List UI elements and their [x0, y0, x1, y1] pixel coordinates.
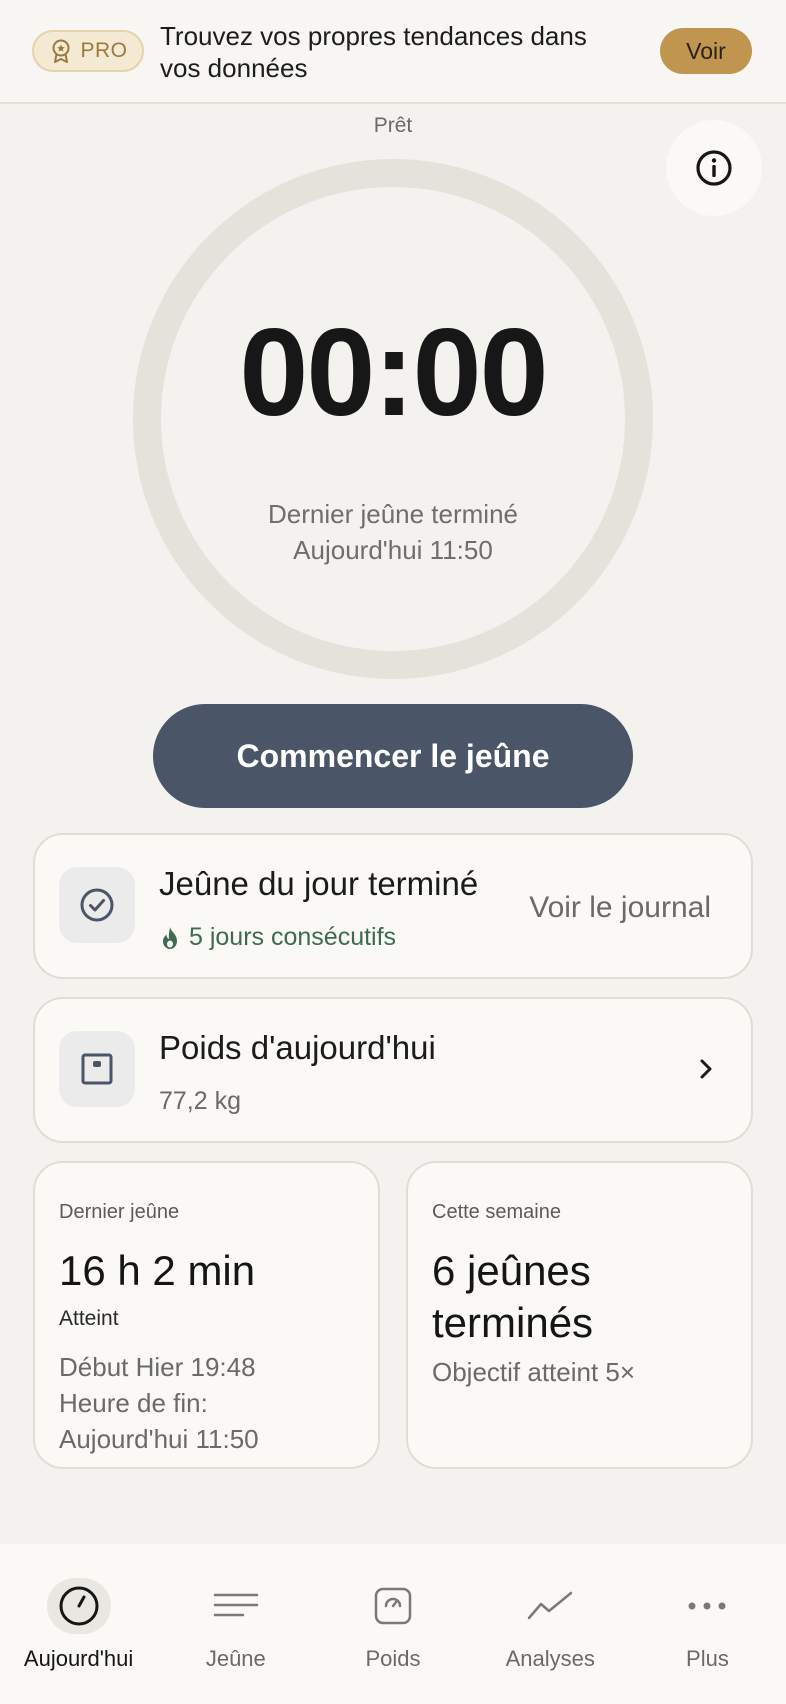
nav-weight-label: Poids	[365, 1646, 421, 1671]
last-fast-status: Atteint	[59, 1307, 119, 1330]
nav-today-icon-wrap	[46, 1578, 111, 1634]
nav-fast[interactable]: Jeûne	[157, 1544, 314, 1704]
scale-icon	[81, 1053, 113, 1085]
streak-label: 5 jours consécutifs	[189, 923, 397, 951]
last-fast-info: Dernier jeûne terminé Aujourd'hui 11:50	[0, 496, 786, 568]
nav-analytics[interactable]: Analyses	[472, 1544, 629, 1704]
last-fast-card-label: Dernier jeûne	[59, 1201, 180, 1223]
scale-icon	[374, 1587, 412, 1625]
nav-today[interactable]: Aujourd'hui	[0, 1544, 157, 1704]
nav-fast-label: Jeûne	[205, 1646, 266, 1671]
last-fast-start: Début Hier 19:48	[59, 1352, 256, 1382]
week-card-label: Cette semaine	[432, 1201, 561, 1223]
lines-icon	[213, 1593, 259, 1617]
nav-analytics-icon-wrap	[518, 1578, 582, 1634]
nav-weight-icon-wrap	[361, 1578, 425, 1634]
banner-text: Trouvez vos propres tendances dans vos d…	[160, 21, 587, 83]
last-fast-duration: 16 h 2 min	[59, 1247, 256, 1294]
weight-title: Poids d'aujourd'hui	[159, 1029, 436, 1066]
scale-icon-tile	[59, 1031, 135, 1107]
nav-more-label: Plus	[686, 1646, 729, 1671]
last-fast-end-label: Heure de fin:	[59, 1388, 208, 1418]
nav-fast-icon-wrap	[204, 1578, 268, 1634]
nav-more-icon-wrap	[675, 1578, 739, 1634]
weight-value: 77,2 kg	[159, 1087, 242, 1115]
start-fast-button[interactable]: Commencer le jeûne	[153, 704, 633, 808]
last-fast-time: Aujourd'hui 11:50	[293, 535, 493, 565]
more-dots-icon	[688, 1602, 726, 1610]
view-journal-link[interactable]: Voir le journal	[529, 891, 711, 925]
clock-icon	[59, 1586, 99, 1626]
last-fast-end-value: Aujourd'hui 11:50	[59, 1424, 259, 1454]
info-button[interactable]	[666, 120, 762, 216]
bottom-nav: Aujourd'hui Jeûne Poids Analyses Plus	[0, 1544, 786, 1704]
last-fast-title: Dernier jeûne terminé	[267, 499, 518, 529]
pro-badge: PRO	[32, 30, 144, 72]
trend-icon	[527, 1591, 573, 1620]
medal-icon	[52, 39, 70, 63]
nav-analytics-label: Analyses	[505, 1646, 595, 1671]
timer-status: Prêt	[373, 114, 413, 137]
week-completed: 6 jeûnes terminés	[432, 1247, 594, 1346]
timer-display: 00:00	[239, 304, 548, 442]
check-icon-tile	[59, 867, 135, 943]
voir-button[interactable]: Voir	[660, 28, 752, 74]
flame-icon	[163, 926, 177, 949]
streak-row: 5 jours consécutifs	[159, 923, 396, 952]
nav-today-label: Aujourd'hui	[23, 1646, 134, 1671]
pro-banner: PRO Trouvez vos propres tendances dans v…	[0, 0, 786, 104]
pro-badge-label: PRO	[80, 39, 128, 62]
info-icon	[696, 150, 732, 186]
chevron-right-icon	[700, 1059, 712, 1079]
weight-card[interactable]: Poids d'aujourd'hui 77,2 kg	[33, 997, 753, 1143]
nav-weight[interactable]: Poids	[314, 1544, 471, 1704]
last-fast-card[interactable]: Dernier jeûne 16 h 2 min Atteint Début H…	[33, 1161, 380, 1469]
week-card[interactable]: Cette semaine 6 jeûnes terminés Objectif…	[406, 1161, 753, 1469]
check-circle-icon	[80, 888, 114, 922]
last-fast-details: Début Hier 19:48 Heure de fin: Aujourd'h…	[59, 1349, 359, 1457]
week-goal: Objectif atteint 5×	[432, 1357, 636, 1387]
nav-more[interactable]: Plus	[629, 1544, 786, 1704]
daily-fast-title: Jeûne du jour terminé	[159, 865, 479, 902]
daily-fast-card[interactable]: Jeûne du jour terminé 5 jours consécutif…	[33, 833, 753, 979]
